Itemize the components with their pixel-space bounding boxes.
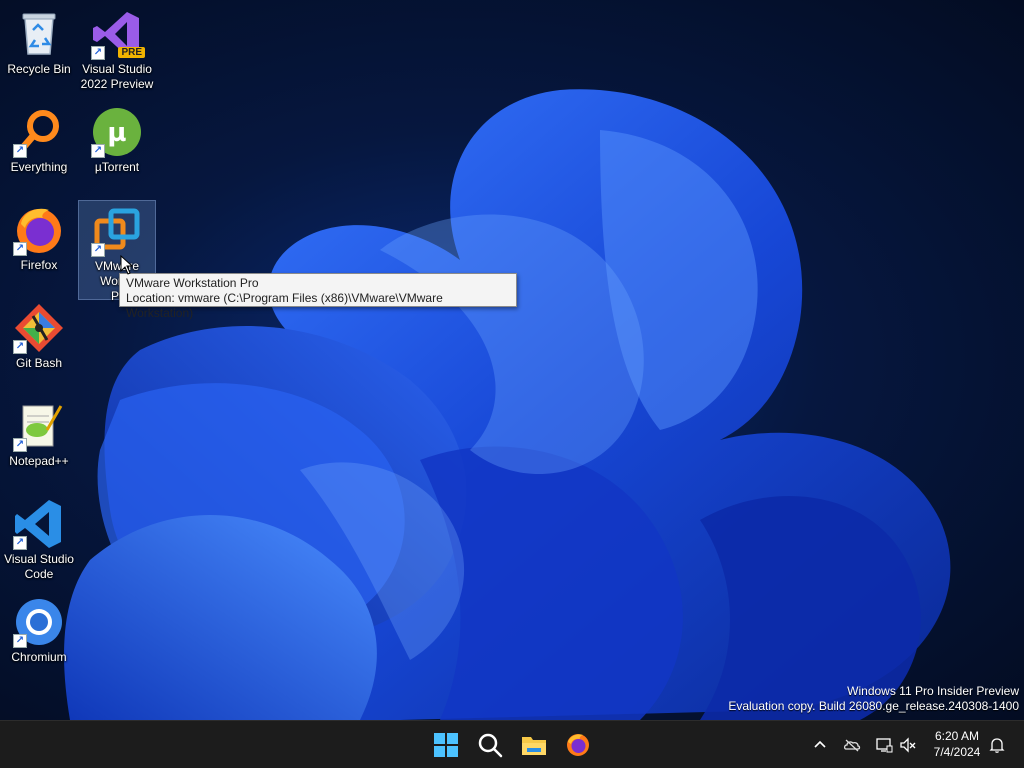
desktop-icon-visual-studio-preview[interactable]: PRE ↗ Visual Studio 2022 Preview [78,4,156,100]
evaluation-watermark: Windows 11 Pro Insider Preview Evaluatio… [728,684,1019,714]
network-button[interactable] [872,733,896,757]
start-icon [434,733,458,757]
recycle-bin-icon [13,8,65,60]
icon-label: Notepad++ [9,454,69,468]
watermark-edition: Windows 11 Pro Insider Preview [847,684,1019,698]
icon-label: Chromium [11,650,67,664]
chevron-up-icon [814,740,826,748]
shortcut-arrow-icon: ↗ [91,46,105,60]
shortcut-arrow-icon: ↗ [13,438,27,452]
tooltip-title: VMware Workstation Pro [126,276,259,290]
clock-date: 7/4/2024 [933,745,981,759]
firefox-icon [567,734,589,756]
everything-icon: ↗ [13,106,65,158]
shortcut-arrow-icon: ↗ [13,634,27,648]
shortcut-arrow-icon: ↗ [91,243,105,257]
icon-label: Visual Studio Code [4,552,74,581]
shortcut-arrow-icon: ↗ [13,144,27,158]
watermark-build: Evaluation copy. Build 26080.ge_release.… [728,699,1019,713]
icon-label: Git Bash [15,356,63,370]
notification-bell-icon [989,738,1005,753]
notification-center-button[interactable] [985,733,1009,757]
shortcut-arrow-icon: ↗ [13,536,27,550]
onedrive-icon [843,739,861,752]
desktop-icon-notepadpp[interactable]: ↗ Notepad++ [0,396,78,492]
show-hidden-icons-button[interactable] [808,733,832,757]
taskbar-clock[interactable]: 6:20 AM 7/4/2024 [922,728,992,760]
mouse-cursor-icon [120,255,134,275]
icon-label: Everything [10,160,68,174]
taskbar: 6:20 AM 7/4/2024 [0,720,1024,768]
file-explorer-icon [522,737,546,755]
start-button[interactable] [428,727,464,763]
desktop-icon-chromium[interactable]: ↗ Chromium [0,592,78,688]
desktop-icon-git-bash[interactable]: ↗ Git Bash [0,298,78,394]
taskbar-firefox-button[interactable] [560,727,596,763]
search-icon [478,733,503,758]
preview-badge: PRE [118,47,145,58]
vmware-icon: ↗ [91,205,143,257]
onedrive-status-button[interactable] [840,733,864,757]
desktop-icon-everything[interactable]: ↗ Everything [0,102,78,198]
utorrent-icon: µ ↗ [91,106,143,158]
git-bash-icon: ↗ [13,302,65,354]
vscode-icon: ↗ [13,498,65,550]
icon-label: µTorrent [94,160,140,174]
volume-button[interactable] [896,733,920,757]
visual-studio-preview-icon: PRE ↗ [91,8,145,60]
file-explorer-button[interactable] [516,727,552,763]
icon-label: Recycle Bin [7,62,71,76]
chromium-icon: ↗ [13,596,65,648]
search-button[interactable] [472,727,508,763]
notepadpp-icon: ↗ [13,400,65,452]
shortcut-arrow-icon: ↗ [13,242,27,256]
desktop-icon-recycle-bin[interactable]: Recycle Bin [0,4,78,100]
firefox-icon: ↗ [13,204,65,256]
desktop[interactable]: Recycle Bin PRE ↗ Visual Studio 2022 Prev… [0,0,1024,720]
desktop-icon-utorrent[interactable]: µ ↗ µTorrent [78,102,156,198]
icon-label: Firefox [20,258,58,272]
icon-tooltip: VMware Workstation Pro Location: vmware … [119,273,517,320]
tooltip-location: Location: vmware (C:\Program Files (x86)… [126,291,443,320]
volume-icon [900,737,916,753]
icon-label: Visual Studio 2022 Preview [80,62,154,91]
shortcut-arrow-icon: ↗ [91,144,105,158]
network-icon [876,738,893,753]
svg-text:µ: µ [107,118,126,148]
desktop-icon-vscode[interactable]: ↗ Visual Studio Code [0,494,78,590]
desktop-icon-firefox[interactable]: ↗ Firefox [0,200,78,296]
shortcut-arrow-icon: ↗ [13,340,27,354]
clock-time: 6:20 AM [934,729,980,743]
